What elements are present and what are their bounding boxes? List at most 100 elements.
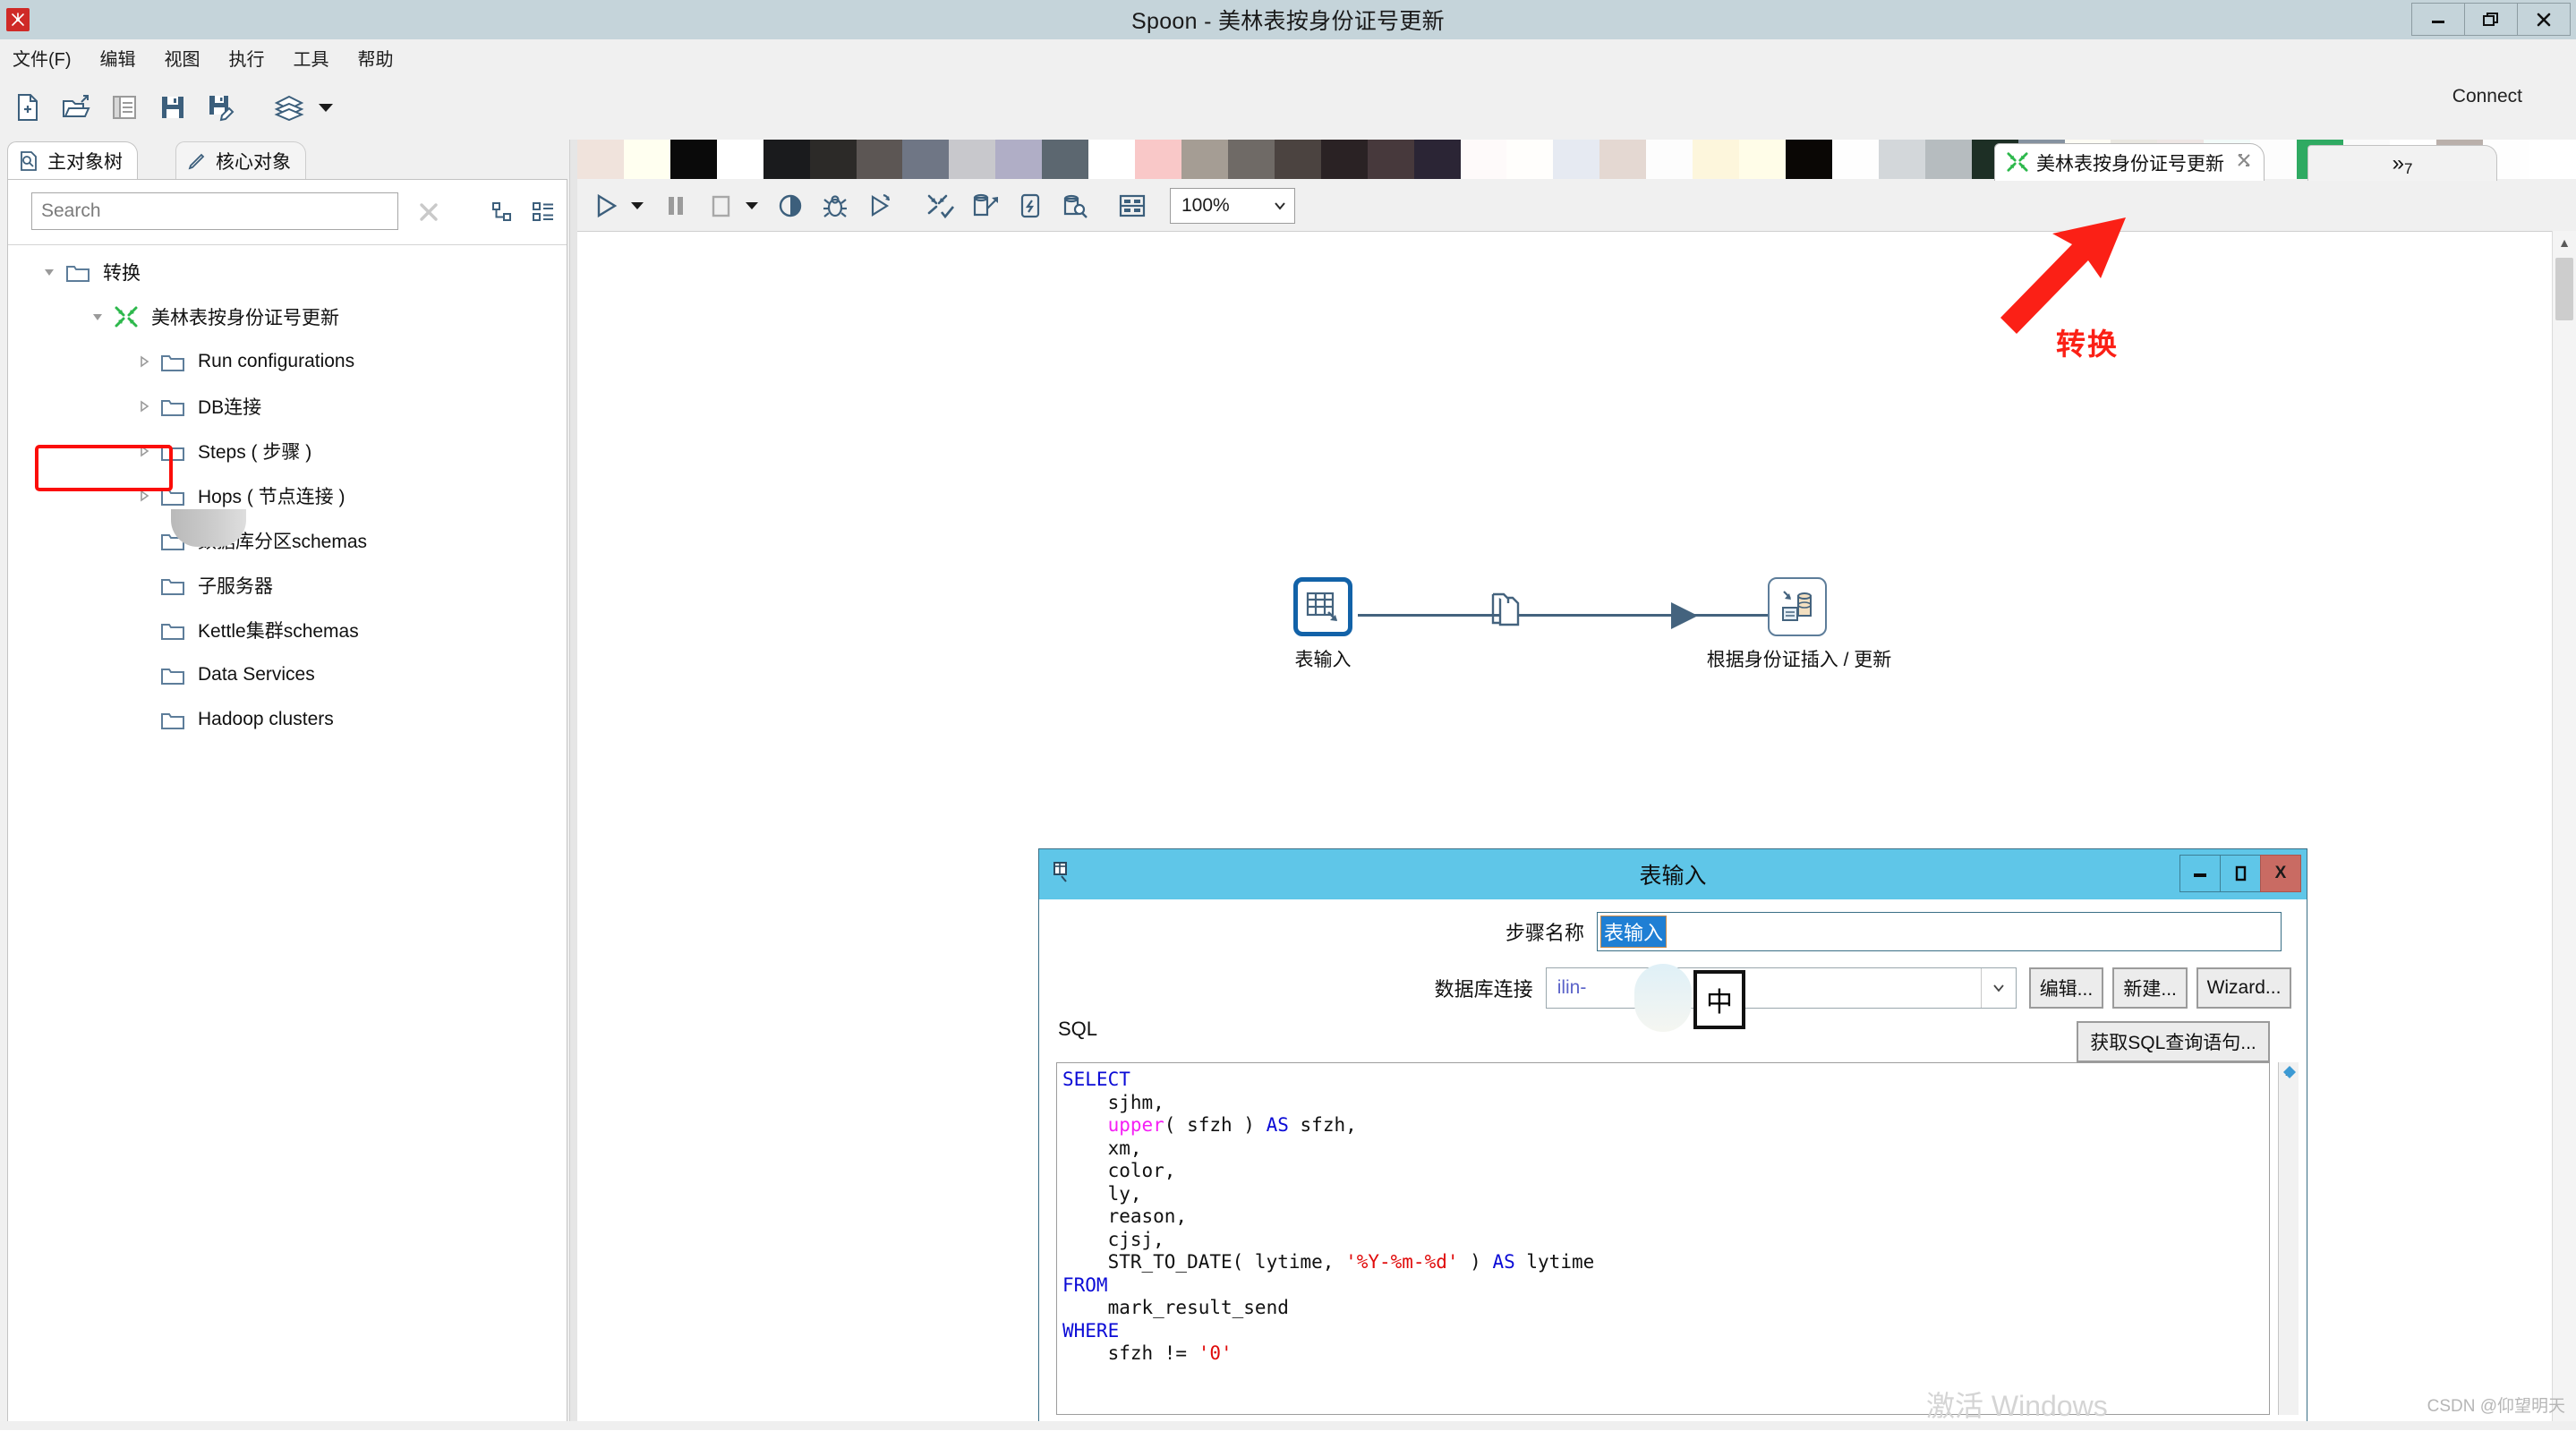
node-insert-update[interactable]: 根据身份证插入 / 更新 — [1707, 577, 1891, 670]
scrollbar-thumb[interactable] — [2555, 258, 2573, 320]
hop-line[interactable] — [1358, 614, 1771, 617]
get-sql-button[interactable]: 获取SQL查询语句... — [2077, 1021, 2270, 1062]
copy-rows-icon[interactable] — [1488, 592, 1525, 636]
wizard-button[interactable]: Wizard... — [2196, 967, 2291, 1009]
pause-icon[interactable] — [656, 185, 695, 226]
twisty-collapsed-icon[interactable] — [133, 351, 155, 372]
menu-item-tools[interactable]: 工具 — [294, 45, 329, 71]
sql-vertical-scrollbar[interactable]: ▲ — [2278, 1062, 2299, 1415]
tree-item-run-configurations[interactable]: Run configurations — [8, 339, 567, 384]
connection-combo[interactable]: ilin- — [1545, 967, 2017, 1009]
save-as-icon[interactable] — [200, 88, 242, 127]
tree-item-db-connections[interactable]: DB连接 — [8, 384, 567, 429]
tree-item-steps[interactable]: Steps ( 步骤 ) — [8, 429, 567, 473]
folder-icon — [160, 575, 187, 596]
menu-item-run[interactable]: 执行 — [229, 45, 265, 71]
dialog-maximize-button[interactable] — [2220, 855, 2261, 892]
clear-x-icon[interactable] — [413, 196, 445, 228]
scroll-up-arrow-icon[interactable]: ▲ — [2553, 231, 2576, 254]
tree-item-label: 转换 — [103, 263, 141, 284]
zoom-value: 100% — [1181, 195, 1230, 216]
tab-core-objects[interactable]: 核心对象 — [175, 141, 306, 180]
tree-item-transformation-file[interactable]: 美林表按身份证号更新 — [8, 294, 567, 339]
sql-marker-icon — [2282, 1065, 2297, 1079]
tree-item-hadoop-clusters[interactable]: Hadoop clusters — [8, 697, 567, 742]
run-icon[interactable] — [586, 185, 626, 226]
sql-line: xm, — [1062, 1137, 1142, 1159]
debug-bug-icon[interactable] — [815, 185, 855, 226]
color-swatch — [1367, 140, 1414, 179]
title-bar: Spoon - 美林表按身份证号更新 — [0, 0, 2576, 39]
tab-overflow-button[interactable]: » 7 — [2307, 145, 2497, 182]
minimize-button[interactable] — [2411, 3, 2465, 36]
new-connection-button[interactable]: 新建... — [2112, 967, 2188, 1009]
layers-icon[interactable] — [269, 88, 310, 127]
layers-dropdown-caret-icon[interactable] — [319, 103, 333, 112]
canvas-vertical-scrollbar[interactable]: ▲ — [2552, 231, 2576, 1430]
annotation-label: 转换 — [2056, 328, 2119, 361]
stop-icon[interactable] — [701, 185, 740, 226]
save-icon[interactable] — [152, 88, 193, 127]
close-icon[interactable] — [2235, 151, 2253, 175]
preview-icon[interactable] — [771, 185, 810, 226]
tree-item-partition-schemas[interactable]: 数据库分区schemas — [8, 518, 567, 563]
node-table-input[interactable]: 表输入 — [1293, 577, 1352, 672]
panel-divider — [8, 244, 567, 245]
sql-editor[interactable]: SELECT sjhm, upper( sfzh ) AS sfzh, xm, … — [1056, 1062, 2270, 1415]
folder-icon — [160, 396, 187, 417]
replay-icon[interactable] — [860, 185, 900, 226]
twisty-expanded-icon[interactable] — [38, 261, 60, 283]
sql-line: sfzh != '0' — [1062, 1342, 1233, 1364]
tree-item-transformations[interactable]: 转换 — [8, 250, 567, 294]
verify-icon[interactable] — [921, 185, 960, 226]
twisty-collapsed-icon[interactable] — [133, 440, 155, 462]
folder-icon — [160, 485, 187, 507]
left-panel-tabstrip: 主对象树 核心对象 — [0, 140, 573, 180]
expand-tree-icon[interactable] — [486, 196, 518, 228]
folder-icon — [65, 261, 92, 283]
generate-sql-icon[interactable] — [1011, 185, 1050, 226]
show-grid-icon[interactable] — [1113, 185, 1152, 226]
sql-line: WHERE — [1062, 1319, 1120, 1342]
menu-item-file[interactable]: 文件(F) — [13, 45, 72, 79]
tab-core-objects-label: 核心对象 — [216, 152, 291, 173]
tab-transformation-editor[interactable]: 美林表按身份证号更新 — [1994, 143, 2265, 182]
search-input[interactable]: Search — [31, 192, 398, 230]
tree-item-hops[interactable]: Hops ( 节点连接 ) — [8, 473, 567, 518]
tree-item-cluster-schemas[interactable]: Kettle集群schemas — [8, 608, 567, 652]
menu-item-edit[interactable]: 编辑 — [100, 45, 136, 71]
explorer-icon[interactable] — [104, 88, 145, 127]
close-button[interactable] — [2517, 3, 2571, 36]
step-name-input[interactable]: 表输入 — [1597, 912, 2282, 951]
stop-dropdown-chevron-down-icon[interactable] — [746, 202, 758, 209]
sql-line: FROM — [1062, 1273, 1108, 1296]
new-file-icon[interactable] — [7, 88, 48, 127]
dialog-minimize-button[interactable] — [2179, 855, 2221, 892]
tree-item-label: 子服务器 — [198, 576, 273, 597]
tree-item-slave-servers[interactable]: 子服务器 — [8, 563, 567, 608]
twisty-expanded-icon[interactable] — [87, 306, 108, 328]
zoom-select[interactable]: 100% — [1170, 188, 1295, 224]
maximize-restore-button[interactable] — [2464, 3, 2518, 36]
twisty-collapsed-icon[interactable] — [133, 396, 155, 417]
run-dropdown-chevron-down-icon[interactable] — [631, 202, 644, 209]
left-panel: 主对象树 核心对象 Search 转换 美林表按身份证号更新 Run confi… — [0, 140, 573, 1430]
db-explorer-icon[interactable] — [1055, 185, 1095, 226]
pencil-icon — [185, 149, 209, 173]
dialog-close-button[interactable]: X — [2260, 855, 2301, 892]
chevron-down-icon[interactable] — [1980, 968, 2016, 1008]
color-swatch — [902, 140, 950, 179]
menu-item-view[interactable]: 视图 — [165, 45, 200, 71]
edit-connection-button[interactable]: 编辑... — [2028, 967, 2104, 1009]
sql-line: mark_result_send — [1062, 1297, 1289, 1318]
tree-item-data-services[interactable]: Data Services — [8, 652, 567, 697]
blurred-name-overlay — [171, 509, 246, 547]
twisty-collapsed-icon[interactable] — [133, 485, 155, 507]
collapse-tree-icon[interactable] — [527, 196, 559, 228]
menu-item-help[interactable]: 帮助 — [358, 45, 394, 71]
connect-label[interactable]: Connect — [2452, 86, 2522, 107]
tab-main-object-tree[interactable]: 主对象树 — [7, 141, 138, 180]
impact-analysis-icon[interactable] — [966, 185, 1005, 226]
left-panel-body: Search 转换 美林表按身份证号更新 Run configurations … — [7, 179, 567, 1427]
open-folder-icon[interactable] — [55, 88, 97, 127]
